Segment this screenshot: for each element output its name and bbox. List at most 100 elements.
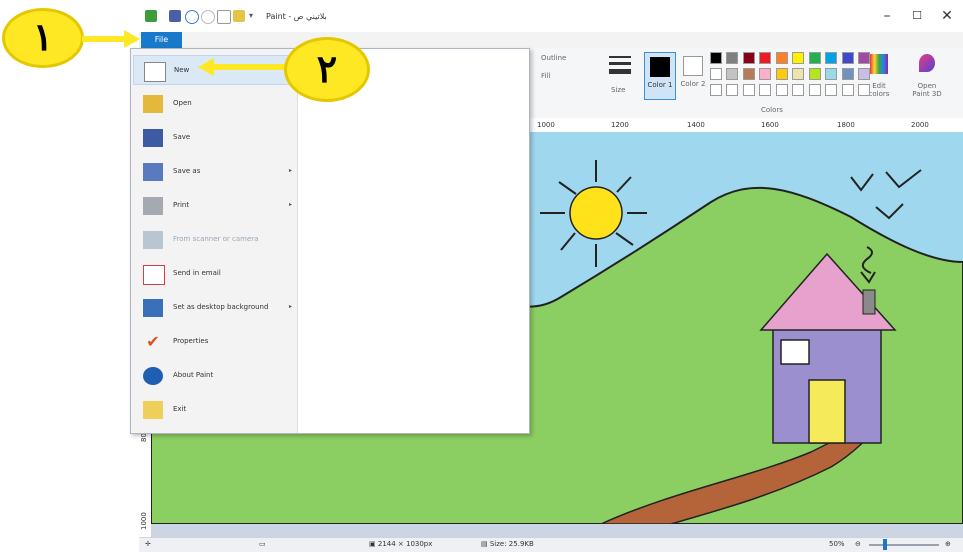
palette-swatch[interactable]: [759, 68, 771, 80]
file-menu-item-label: Send in email: [173, 269, 221, 277]
callout-step-1: ١: [2, 8, 84, 68]
outline-label: Outline: [541, 54, 567, 62]
palette-swatch[interactable]: [726, 52, 738, 64]
submenu-arrow-icon: ▸: [289, 201, 293, 208]
palette-swatch[interactable]: [809, 68, 821, 80]
palette-swatch[interactable]: [825, 68, 837, 80]
zoom-in-button[interactable]: ⊕: [945, 540, 951, 548]
palette-swatch[interactable]: [858, 84, 870, 96]
printer-icon: [143, 197, 163, 215]
save-as-icon: [143, 163, 163, 181]
fill-dropdown[interactable]: Fill: [541, 70, 585, 82]
size-label: Size: [611, 86, 626, 94]
customize-qat-icon[interactable]: ▾: [249, 10, 257, 22]
outline-dropdown[interactable]: Outline: [541, 52, 585, 64]
palette-swatch[interactable]: [825, 84, 837, 96]
open-paint3d-button[interactable]: Open Paint 3D: [909, 52, 945, 102]
palette-swatch[interactable]: [743, 68, 755, 80]
palette-swatch[interactable]: [759, 84, 771, 96]
open-folder-icon[interactable]: [233, 10, 245, 22]
palette-swatch[interactable]: [792, 52, 804, 64]
zoom-slider[interactable]: [869, 544, 939, 546]
palette-swatch[interactable]: [776, 52, 788, 64]
color1-button[interactable]: Color 1: [644, 52, 676, 100]
file-menu-item-save-as[interactable]: Save as ▸: [133, 157, 295, 187]
file-menu-item-label: Open: [173, 99, 192, 107]
palette-swatch[interactable]: [858, 68, 870, 80]
palette-swatch[interactable]: [792, 68, 804, 80]
palette-swatch[interactable]: [792, 84, 804, 96]
palette-swatch[interactable]: [809, 84, 821, 96]
size-line-mid-icon: [609, 62, 631, 65]
file-tab[interactable]: File: [141, 32, 182, 48]
checkmark-icon: ✔: [146, 332, 160, 351]
palette-swatch[interactable]: [759, 52, 771, 64]
ruler-tick: 2000: [911, 121, 929, 129]
open-paint3d-label: Open Paint 3D: [912, 82, 942, 98]
ruler-tick: 1600: [761, 121, 779, 129]
info-icon: [143, 367, 163, 385]
submenu-arrow-icon: ▸: [289, 303, 293, 310]
open-folder-icon: [143, 95, 163, 113]
palette-swatch[interactable]: [825, 52, 837, 64]
color1-label: Color 1: [647, 81, 673, 89]
palette-swatch[interactable]: [858, 52, 870, 64]
file-size-value: Size: 25.9KB: [489, 540, 534, 548]
file-menu-item-open[interactable]: Open: [133, 89, 295, 119]
file-menu-item-label: About Paint: [173, 371, 214, 379]
file-menu-item-about-paint[interactable]: About Paint: [133, 361, 295, 391]
scanner-icon: [143, 231, 163, 249]
file-menu-item-label: Exit: [173, 405, 187, 413]
disk-icon: ▤: [481, 540, 488, 548]
status-bar: ✛ ▭ ▣ 2144 × 1030px ▤ Size: 25.9KB 50% ⊖…: [139, 537, 963, 552]
dimensions-icon: ▣: [369, 540, 376, 548]
palette-swatch[interactable]: [776, 84, 788, 96]
callout-2-arrow: [198, 58, 286, 76]
ribbon-tab-row: [139, 32, 963, 48]
file-menu-item-from-scanner-or-camera[interactable]: From scanner or camera: [133, 225, 295, 255]
size-line-thin-icon: [609, 56, 631, 58]
submenu-arrow-icon: ▸: [289, 167, 293, 174]
color2-swatch: [683, 56, 703, 76]
close-button[interactable]: ✕: [935, 6, 959, 26]
palette-swatch[interactable]: [710, 68, 722, 80]
file-menu-item-properties[interactable]: ✔ Properties: [133, 327, 295, 357]
undo-icon[interactable]: [185, 10, 199, 24]
file-menu: New Open Save Save as ▸ Print ▸ From scanner or…: [130, 48, 530, 434]
color2-button[interactable]: Color 2: [678, 52, 708, 100]
maximize-button[interactable]: ☐: [905, 6, 929, 26]
color1-swatch: [650, 57, 670, 77]
size-button[interactable]: Size: [605, 54, 635, 98]
new-icon: [144, 62, 166, 82]
ruler-tick: 1400: [687, 121, 705, 129]
file-menu-item-print[interactable]: Print ▸: [133, 191, 295, 221]
zoom-level: 50%: [829, 540, 845, 548]
minimize-button[interactable]: –: [875, 6, 899, 26]
palette-swatch[interactable]: [842, 68, 854, 80]
redo-icon[interactable]: [201, 10, 215, 24]
file-menu-item-save[interactable]: Save: [133, 123, 295, 153]
save-icon[interactable]: [169, 10, 181, 22]
palette-swatch[interactable]: [710, 84, 722, 96]
palette-swatch[interactable]: [710, 52, 722, 64]
new-doc-icon[interactable]: [217, 10, 231, 24]
palette-swatch[interactable]: [842, 84, 854, 96]
file-menu-item-send-in-email[interactable]: Send in email: [133, 259, 295, 289]
palette-swatch[interactable]: [726, 84, 738, 96]
zoom-out-button[interactable]: ⊖: [855, 540, 861, 548]
file-menu-item-exit[interactable]: Exit: [133, 395, 295, 425]
canvas-background: [151, 524, 963, 537]
callout-1-arrow: [82, 30, 140, 48]
palette-swatch[interactable]: [809, 52, 821, 64]
file-menu-item-label: New: [174, 66, 190, 74]
zoom-slider-thumb[interactable]: [883, 539, 887, 550]
file-menu-item-label: From scanner or camera: [173, 235, 259, 243]
palette-swatch[interactable]: [726, 68, 738, 80]
file-menu-item-set-as-desktop-background[interactable]: Set as desktop background ▸: [133, 293, 295, 323]
palette-swatch[interactable]: [743, 52, 755, 64]
palette-swatch[interactable]: [842, 52, 854, 64]
palette-swatch[interactable]: [743, 84, 755, 96]
ruler-tick: 1000: [537, 121, 555, 129]
palette-swatch[interactable]: [776, 68, 788, 80]
ruler-tick: 1000: [140, 512, 148, 530]
